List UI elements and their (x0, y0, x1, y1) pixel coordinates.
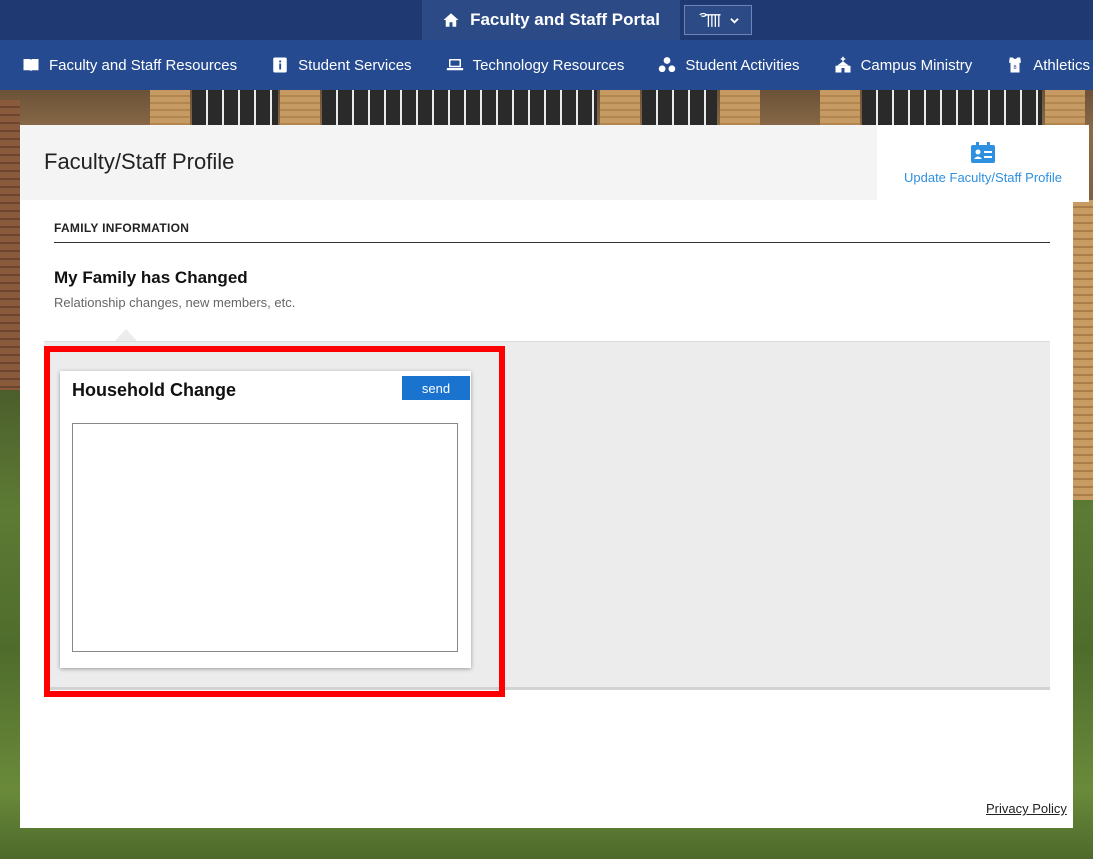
nav-label: Athletics (1033, 56, 1090, 74)
family-changed-title[interactable]: My Family has Changed (54, 268, 248, 288)
nav-label: Faculty and Staff Resources (49, 56, 238, 74)
laptop-icon (446, 59, 463, 71)
brick-pillar (600, 90, 640, 126)
nav-label: Student Activities (685, 56, 800, 74)
window (642, 90, 717, 126)
profile-panel: Faculty/Staff Profile Update Faculty/Sta… (20, 125, 1089, 828)
portal-home-tab[interactable]: Faculty and Staff Portal (422, 0, 680, 40)
nav-item-student-services[interactable]: Student Services (249, 56, 423, 74)
portal-title: Faculty and Staff Portal (470, 10, 660, 29)
nav-item-technology-resources[interactable]: Technology Resources (424, 56, 637, 74)
top-bar: Faculty and Staff Portal (0, 0, 1093, 40)
brick-wall-left (0, 100, 20, 390)
nav-label: Technology Resources (472, 56, 625, 74)
institution-logo-menu[interactable] (684, 5, 752, 35)
brick-pillar (1045, 90, 1085, 126)
book-icon (23, 59, 39, 72)
window (862, 90, 1042, 126)
update-profile-label: Update Faculty/Staff Profile (903, 170, 1062, 185)
main-nav: Faculty and Staff Resources Student Serv… (0, 40, 1093, 90)
section-heading: FAMILY INFORMATION (54, 221, 1050, 243)
brick-pillar (280, 90, 320, 126)
church-icon (835, 56, 851, 73)
nav-item-student-activities[interactable]: Student Activities (636, 56, 811, 74)
chevron-down-icon (729, 17, 739, 24)
nav-item-faculty-staff-resources[interactable]: Faculty and Staff Resources (0, 56, 249, 74)
page-title: Faculty/Staff Profile (44, 149, 235, 174)
household-change-textarea[interactable] (72, 423, 458, 652)
home-icon (443, 13, 459, 27)
family-changed-subtitle: Relationship changes, new members, etc. (54, 295, 296, 310)
nav-item-campus-ministry[interactable]: Campus Ministry (812, 56, 985, 74)
send-button[interactable]: send (402, 376, 470, 400)
info-icon (273, 57, 287, 73)
jersey-icon: 8 (1009, 57, 1022, 73)
window (322, 90, 597, 126)
privacy-policy-link[interactable]: Privacy Policy (986, 801, 1067, 816)
brick-pillar (820, 90, 860, 126)
svg-text:8: 8 (1014, 65, 1017, 71)
panel-header: Faculty/Staff Profile (20, 125, 877, 200)
household-change-card: Household Change send (60, 371, 471, 668)
brick-pillar (150, 90, 190, 126)
nav-label: Student Services (298, 56, 412, 74)
id-card-icon (971, 142, 995, 163)
nav-label: Campus Ministry (860, 56, 973, 74)
update-profile-link[interactable]: Update Faculty/Staff Profile (877, 125, 1089, 202)
nav-item-athletics[interactable]: 8 Athletics (984, 56, 1093, 74)
column-logo-icon (698, 12, 721, 27)
group-icon (659, 57, 676, 73)
window (192, 90, 278, 126)
brick-pillar (720, 90, 760, 126)
household-change-title: Household Change (72, 380, 237, 400)
brick-wall-right (1073, 200, 1093, 500)
